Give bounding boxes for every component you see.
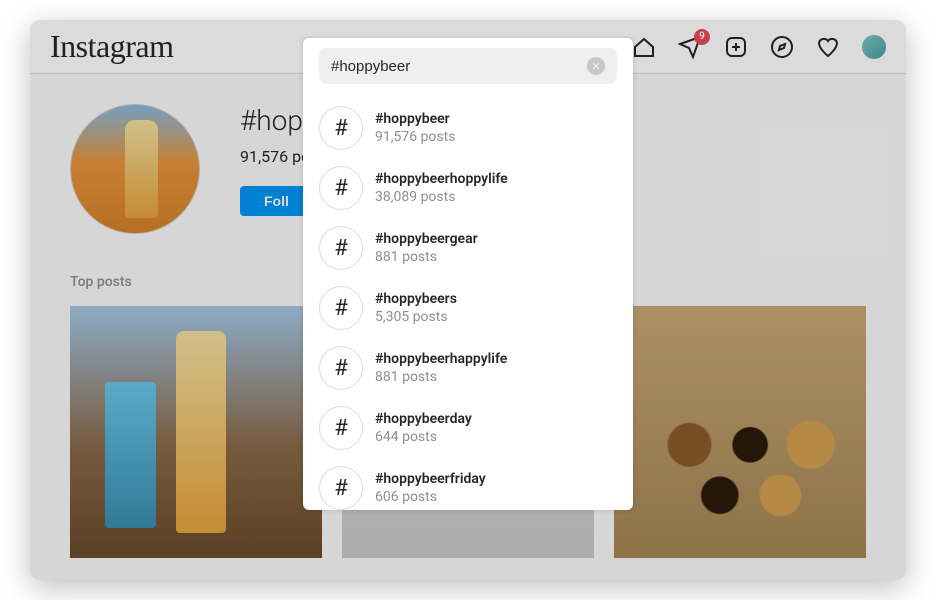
hashtag-icon: # — [319, 166, 363, 210]
post-thumbnail[interactable] — [70, 306, 322, 558]
new-post-icon[interactable] — [724, 35, 748, 59]
result-tag-name: #hoppybeers — [375, 290, 457, 308]
explore-icon[interactable] — [770, 35, 794, 59]
search-results: # #hoppybeer91,576 posts # #hoppybeerhoppyl… — [303, 90, 633, 510]
hashtag-icon: # — [319, 346, 363, 390]
result-tag-name: #hoppybeerday — [375, 410, 472, 428]
search-result-item[interactable]: # #hoppybeerfriday606 posts — [303, 458, 633, 510]
nav-icons: 9 — [632, 35, 886, 59]
result-tag-name: #hoppybeerhappylife — [375, 350, 507, 368]
hashtag-icon: # — [319, 106, 363, 150]
clear-search-icon[interactable]: ✕ — [587, 57, 605, 75]
result-tag-count: 881 posts — [375, 248, 478, 266]
hashtag-icon: # — [319, 466, 363, 510]
result-tag-name: #hoppybeerfriday — [375, 470, 486, 488]
search-input[interactable] — [331, 58, 587, 75]
instagram-logo[interactable]: Instagram — [50, 28, 173, 65]
messages-icon[interactable]: 9 — [678, 35, 702, 59]
result-tag-count: 606 posts — [375, 488, 486, 506]
result-tag-count: 5,305 posts — [375, 308, 457, 326]
messages-badge: 9 — [694, 29, 710, 45]
result-tag-count: 38,089 posts — [375, 188, 508, 206]
follow-button[interactable]: Foll — [240, 186, 313, 216]
search-result-item[interactable]: # #hoppybeerhappylife881 posts — [303, 338, 633, 398]
search-result-item[interactable]: # #hoppybeergear881 posts — [303, 218, 633, 278]
result-tag-count: 881 posts — [375, 368, 507, 386]
search-result-item[interactable]: # #hoppybeers5,305 posts — [303, 278, 633, 338]
search-box[interactable]: ✕ — [319, 48, 617, 84]
result-tag-count: 91,576 posts — [375, 128, 455, 146]
result-tag-name: #hoppybeergear — [375, 230, 478, 248]
hashtag-icon: # — [319, 286, 363, 330]
result-tag-name: #hoppybeer — [375, 110, 455, 128]
search-result-item[interactable]: # #hoppybeer91,576 posts — [303, 98, 633, 158]
activity-icon[interactable] — [816, 35, 840, 59]
home-icon[interactable] — [632, 35, 656, 59]
hashtag-icon: # — [319, 226, 363, 270]
profile-avatar[interactable] — [862, 35, 886, 59]
result-tag-count: 644 posts — [375, 428, 472, 446]
search-result-item[interactable]: # #hoppybeerhoppylife38,089 posts — [303, 158, 633, 218]
search-result-item[interactable]: # #hoppybeerday644 posts — [303, 398, 633, 458]
hashtag-cover-image — [70, 104, 200, 234]
result-tag-name: #hoppybeerhoppylife — [375, 170, 508, 188]
post-thumbnail[interactable] — [614, 306, 866, 558]
search-dropdown: ✕ # #hoppybeer91,576 posts # #hoppybeerhopp… — [303, 38, 633, 510]
hashtag-icon: # — [319, 406, 363, 450]
